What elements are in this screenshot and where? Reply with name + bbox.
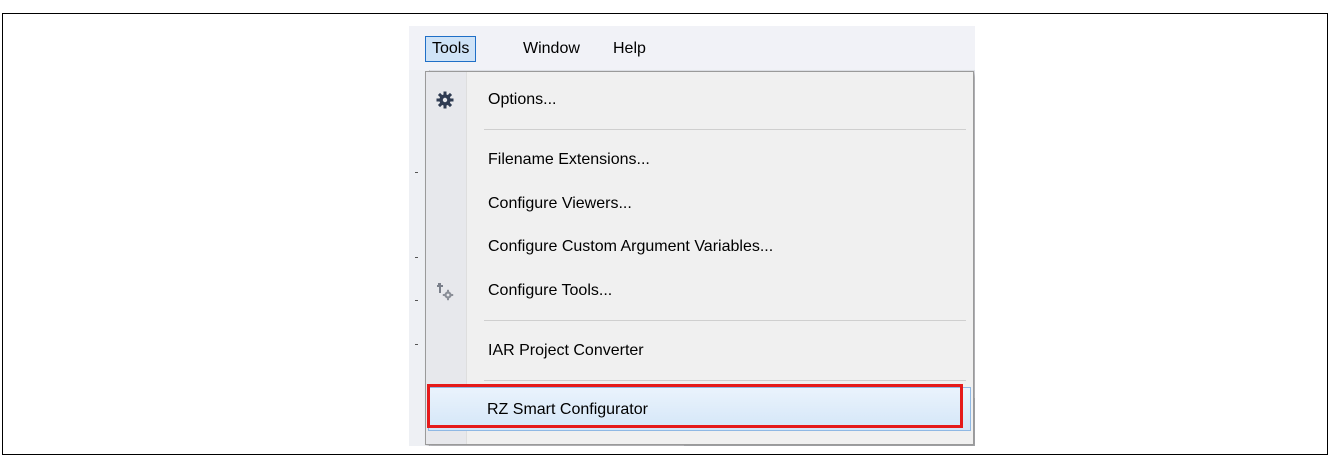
menu-separator [484,129,966,130]
menu-item-configure-custom-argument-variables[interactable]: Configure Custom Argument Variables... [428,225,971,269]
menu-item-configure-viewers[interactable]: Configure Viewers... [428,182,971,226]
red-highlight-box [427,384,963,428]
menu-separator [484,320,966,321]
menu-item-label: Configure Custom Argument Variables... [488,238,774,255]
menu-bar: Tools Window Help [409,26,975,70]
tools-wrench-gear-icon [434,280,456,302]
menu-item-options[interactable]: Options... [428,78,971,122]
menubar-help[interactable]: Help [607,36,652,62]
menubar-window[interactable]: Window [517,36,586,62]
gear-icon [434,89,456,111]
ide-screenshot: Tools Window Help Options... Filename Ex… [409,26,975,446]
menu-item-configure-tools[interactable]: Configure Tools... [428,269,971,313]
menubar-tools[interactable]: Tools [425,36,477,62]
menu-item-label: Configure Tools... [488,282,613,299]
menu-item-iar-project-converter[interactable]: IAR Project Converter [428,329,971,373]
menu-item-label: IAR Project Converter [488,342,644,359]
menu-separator [484,380,966,381]
menu-item-label: Configure Viewers... [488,195,632,212]
menu-item-filename-extensions[interactable]: Filename Extensions... [428,138,971,182]
menu-item-label: Filename Extensions... [488,151,650,168]
menu-item-label: Options... [488,91,557,108]
